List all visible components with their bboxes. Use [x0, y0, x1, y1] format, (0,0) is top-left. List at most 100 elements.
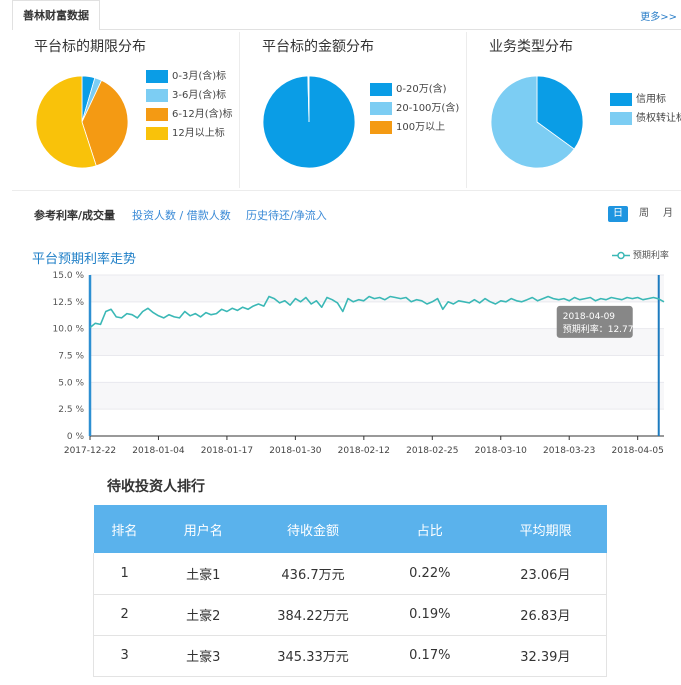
legend-label: 100万以上 — [396, 122, 446, 133]
legend-label: 12月以上标 — [172, 128, 225, 139]
legend-swatch — [370, 121, 392, 134]
y-tick-label: 0 % — [67, 432, 85, 442]
legend-item-0-2[interactable]: 6-12月(含)标 — [146, 108, 233, 127]
y-tick-label: 2.5 % — [58, 405, 84, 415]
legend-swatch — [610, 93, 632, 106]
line-legend-icon — [612, 251, 630, 260]
col-avg-term: 平均期限 — [484, 505, 607, 553]
table-row: 2 土豪2 384.22万元 0.19% 26.83月 — [93, 594, 607, 636]
cell-avg-term: 23.06月 — [484, 553, 607, 595]
table-row: 3 土豪3 345.33万元 0.17% 32.39月 — [93, 635, 607, 677]
cell-username: 土豪2 — [155, 594, 252, 636]
data-tab[interactable]: 善林财富数据 — [12, 0, 100, 30]
ranking-header-row: 排名 用户名 待收金额 占比 平均期限 — [93, 505, 607, 553]
amount-distribution-legend: 0-20万(含) 20-100万(含) 100万以上 — [370, 83, 459, 140]
period-month-button[interactable]: 月 — [658, 206, 678, 222]
cell-ratio: 0.19% — [374, 594, 485, 636]
x-tick-label: 2018-03-10 — [475, 446, 528, 456]
business-type-title: 业务类型分布 — [489, 39, 573, 55]
ranking-title: 待收投资人排行 — [107, 479, 205, 495]
tab-rate-volume[interactable]: 参考利率/成交量 — [34, 207, 115, 223]
y-tick-label: 7.5 % — [58, 352, 84, 362]
term-distribution-panel: 平台标的期限分布 0-3月(含)标 3-6月(含)标 6-12月(含)标 12月以上标 — [12, 32, 238, 188]
legend-label: 债权转让标 — [636, 113, 681, 124]
y-tick-label: 15.0 % — [53, 271, 85, 281]
legend-swatch — [146, 127, 168, 140]
cell-ratio: 0.22% — [374, 553, 485, 595]
x-tick-label: 2018-01-30 — [269, 446, 322, 456]
more-link[interactable]: 更多>> — [640, 8, 677, 23]
top-divider — [100, 29, 681, 30]
x-tick-label: 2017-12-22 — [64, 446, 116, 456]
legend-swatch — [146, 89, 168, 102]
cell-ratio: 0.17% — [374, 635, 485, 677]
chart-legend[interactable]: 预期利率 — [612, 248, 669, 261]
grid-band — [90, 382, 664, 410]
cell-amount: 345.33万元 — [251, 635, 375, 677]
cell-avg-term: 26.83月 — [484, 594, 607, 636]
legend-label: 6-12月(含)标 — [172, 109, 233, 120]
chart-tabs: 参考利率/成交量 投资人数 / 借款人数 历史待还/净流入 日 周 月 — [12, 200, 681, 226]
x-tick-label: 2018-03-23 — [543, 446, 595, 456]
cell-username: 土豪3 — [155, 635, 252, 677]
x-tick-label: 2018-02-25 — [406, 446, 458, 456]
legend-label: 0-20万(含) — [396, 84, 447, 95]
legend-swatch — [370, 83, 392, 96]
amount-distribution-panel: 平台标的金额分布 0-20万(含) 20-100万(含) 100万以上 — [239, 32, 465, 188]
table-row: 1 土豪1 436.7万元 0.22% 23.06月 — [93, 553, 607, 595]
x-tick-label: 2018-04-05 — [612, 446, 664, 456]
cell-rank: 3 — [93, 635, 156, 677]
cell-amount: 384.22万元 — [251, 594, 375, 636]
tab-investor-borrower-count[interactable]: 投资人数 / 借款人数 — [132, 207, 231, 223]
legend-swatch — [610, 112, 632, 125]
amount-distribution-title: 平台标的金额分布 — [262, 39, 374, 55]
legend-item-0-3[interactable]: 12月以上标 — [146, 127, 233, 146]
x-tick-label: 2018-02-12 — [338, 446, 390, 456]
term-distribution-title: 平台标的期限分布 — [34, 39, 146, 55]
col-rank: 排名 — [93, 505, 156, 553]
legend-label: 信用标 — [636, 94, 666, 105]
legend-swatch — [370, 102, 392, 115]
col-username: 用户名 — [155, 505, 252, 553]
cell-rank: 2 — [93, 594, 156, 636]
cell-username: 土豪1 — [155, 553, 252, 595]
business-type-pie — [490, 75, 584, 169]
cell-amount: 436.7万元 — [251, 553, 375, 595]
cell-rank: 1 — [93, 553, 156, 595]
tooltip-date: 2018-04-09 — [563, 312, 616, 322]
legend-item-1-2[interactable]: 100万以上 — [370, 121, 459, 140]
tab-history-repay-inflow[interactable]: 历史待还/净流入 — [246, 207, 327, 223]
tooltip-value: 预期利率：12.77 — [563, 323, 634, 335]
legend-item-0-0[interactable]: 0-3月(含)标 — [146, 70, 233, 89]
legend-item-1-1[interactable]: 20-100万(含) — [370, 102, 459, 121]
legend-swatch — [146, 70, 168, 83]
cell-avg-term: 32.39月 — [484, 635, 607, 677]
period-week-button[interactable]: 周 — [634, 206, 654, 222]
col-amount: 待收金额 — [251, 505, 375, 553]
business-type-panel: 业务类型分布 信用标债权转让标 — [466, 32, 681, 188]
business-type-legend: 信用标 债权转让标 — [610, 93, 681, 131]
legend-label: 3-6月(含)标 — [172, 90, 227, 101]
top-bar: 善林财富数据 更多>> — [0, 0, 681, 30]
x-tick-label: 2018-01-17 — [201, 446, 253, 456]
term-distribution-pie — [35, 75, 129, 169]
ranking-table: 排名 用户名 待收金额 占比 平均期限 1 土豪1 436.7万元 0.22% … — [93, 505, 607, 677]
amount-distribution-pie — [262, 75, 356, 169]
x-tick-label: 2018-01-04 — [132, 446, 185, 456]
term-distribution-legend: 0-3月(含)标 3-6月(含)标 6-12月(含)标 12月以上标 — [146, 70, 233, 146]
col-ratio: 占比 — [374, 505, 485, 553]
y-tick-label: 12.5 % — [53, 298, 85, 308]
legend-item-0-1[interactable]: 3-6月(含)标 — [146, 89, 233, 108]
legend-swatch — [146, 108, 168, 121]
y-tick-label: 5.0 % — [58, 378, 84, 388]
legend-item-2-0[interactable]: 信用标 — [610, 93, 681, 112]
legend-item-2-1[interactable]: 债权转让标 — [610, 112, 681, 131]
legend-label: 0-3月(含)标 — [172, 71, 227, 82]
section-divider — [12, 190, 681, 191]
legend-item-1-0[interactable]: 0-20万(含) — [370, 83, 459, 102]
period-day-button[interactable]: 日 — [608, 206, 628, 222]
y-tick-label: 10.0 % — [53, 325, 85, 335]
rate-trend-chart[interactable]: 0 % 2.5 % 5.0 % 7.5 % 10.0 % 12.5 % 15.0 % 2017… — [0, 265, 681, 465]
legend-label: 20-100万(含) — [396, 103, 460, 114]
chart-legend-label: 预期利率 — [632, 251, 669, 261]
